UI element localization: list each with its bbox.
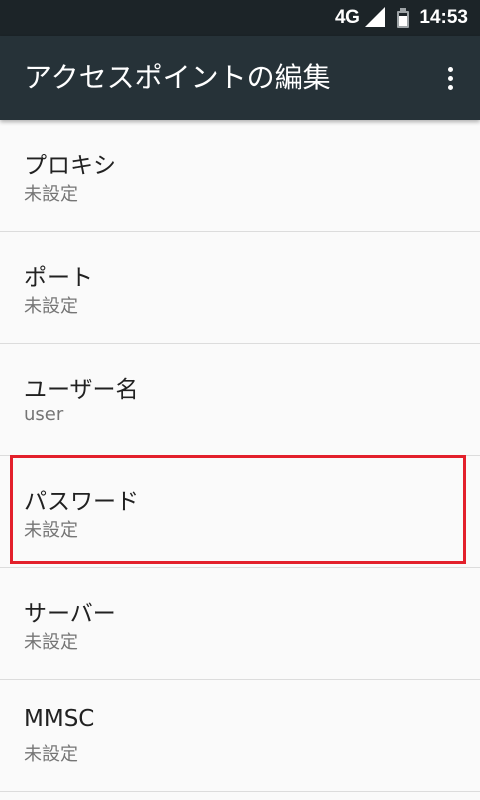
setting-item-proxy[interactable]: プロキシ 未設定 — [0, 120, 480, 232]
setting-title: ポート — [24, 265, 93, 291]
status-icons: 4G 14:53 — [335, 0, 468, 36]
network-type-label: 4G — [335, 7, 360, 28]
battery-icon — [397, 8, 410, 28]
setting-item-mmsc[interactable]: MMSC 未設定 — [0, 680, 480, 792]
setting-title: サーバー — [24, 601, 116, 627]
signal-icon — [365, 7, 386, 27]
setting-title: ユーザー名 — [24, 377, 139, 403]
status-time: 14:53 — [419, 7, 468, 28]
setting-summary: user — [24, 404, 64, 425]
setting-title: プロキシ — [24, 153, 116, 179]
more-vert-icon[interactable] — [438, 58, 462, 98]
setting-summary: 未設定 — [24, 744, 78, 765]
apn-settings-list: プロキシ 未設定 ポート 未設定 ユーザー名 user パスワード 未設定 サー… — [0, 120, 480, 792]
status-bar: 4G 14:53 — [0, 0, 480, 36]
setting-title: パスワード — [24, 489, 139, 515]
setting-title: MMSC — [24, 706, 95, 732]
setting-item-password[interactable]: パスワード 未設定 — [0, 456, 480, 568]
page-title: アクセスポイントの編集 — [24, 61, 331, 94]
setting-item-username[interactable]: ユーザー名 user — [0, 344, 480, 456]
setting-item-server[interactable]: サーバー 未設定 — [0, 568, 480, 680]
setting-summary: 未設定 — [24, 520, 78, 541]
app-bar: アクセスポイントの編集 — [0, 36, 480, 120]
setting-summary: 未設定 — [24, 632, 78, 653]
setting-summary: 未設定 — [24, 296, 78, 317]
setting-item-port[interactable]: ポート 未設定 — [0, 232, 480, 344]
setting-summary: 未設定 — [24, 184, 78, 205]
